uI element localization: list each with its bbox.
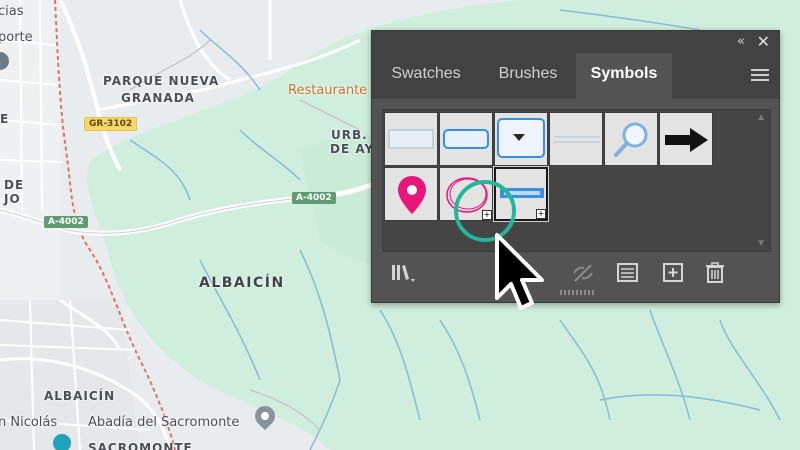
symbols-grid: ▲ ▼ + + — [382, 109, 771, 252]
symbols-panel: « ✕ Swatches Brushes Symbols ▲ ▼ + + — [371, 30, 780, 303]
close-panel-icon[interactable]: ✕ — [757, 32, 770, 51]
map-label-urb-2: DE AY — [330, 142, 375, 156]
collapse-panel-icon[interactable]: « — [737, 34, 745, 49]
road-shield-a4002-left: A-4002 — [44, 216, 88, 228]
break-link-icon[interactable] — [570, 260, 596, 286]
panel-menu-icon[interactable] — [751, 69, 769, 84]
symbol-black-arrow[interactable] — [659, 112, 713, 166]
map-label-left-jo: JO — [4, 192, 21, 206]
symbol-magnifier[interactable] — [604, 112, 658, 166]
map-label-san-nicolas: n Nicolás — [0, 415, 58, 430]
panel-tabs: Swatches Brushes Symbols — [372, 53, 779, 99]
symbol-dropdown-button[interactable] — [494, 112, 548, 166]
map-label-left-e: E — [0, 112, 10, 126]
map-label-top-left-1: cias — [0, 4, 24, 19]
map-label-parque-1: PARQUE NUEVA — [103, 74, 220, 88]
symbol-instance-plus-icon: + — [536, 209, 546, 219]
new-symbol-icon[interactable] — [661, 260, 687, 286]
symbol-options-icon[interactable] — [615, 260, 641, 286]
panel-resize-grip[interactable] — [560, 290, 594, 295]
map-label-urb-1: URB. — [331, 128, 368, 142]
symbol-map-pin[interactable] — [384, 167, 438, 221]
scroll-down-icon[interactable]: ▼ — [756, 238, 766, 249]
panel-titlebar[interactable]: « ✕ — [372, 31, 779, 53]
symbol-rounded-button-blue[interactable] — [439, 112, 493, 166]
map-label-abadia: Abadía del Sacromonte — [88, 415, 240, 430]
mouse-cursor-icon — [495, 233, 544, 310]
map-label-albaicin-small: ALBAICÍN — [44, 389, 116, 403]
map-label-top-left-2: porte — [0, 30, 33, 45]
road-shield-gr3102: GR-3102 — [84, 117, 138, 131]
symbol-libraries-menu-icon[interactable] — [390, 260, 416, 286]
map-label-parque-2: GRANADA — [121, 91, 195, 105]
map-label-left-de: DE — [4, 178, 25, 192]
map-label-restaurante: Restaurante — [288, 83, 368, 98]
tab-swatches[interactable]: Swatches — [376, 53, 476, 99]
map-label-albaicin: ALBAICÍN — [199, 275, 285, 291]
symbol-rectangle-button-flat[interactable] — [384, 112, 438, 166]
symbol-divider-line[interactable] — [549, 112, 603, 166]
map-label-sacromonte: SACROMONTE — [88, 441, 193, 450]
panel-toolbar — [372, 257, 779, 297]
delete-symbol-icon[interactable] — [703, 260, 729, 286]
scroll-up-icon[interactable]: ▲ — [756, 112, 766, 123]
tab-symbols[interactable]: Symbols — [576, 53, 672, 99]
camera-poi-icon — [53, 434, 71, 450]
tab-brushes[interactable]: Brushes — [482, 53, 574, 99]
road-shield-a4002-right: A-4002 — [292, 192, 336, 204]
